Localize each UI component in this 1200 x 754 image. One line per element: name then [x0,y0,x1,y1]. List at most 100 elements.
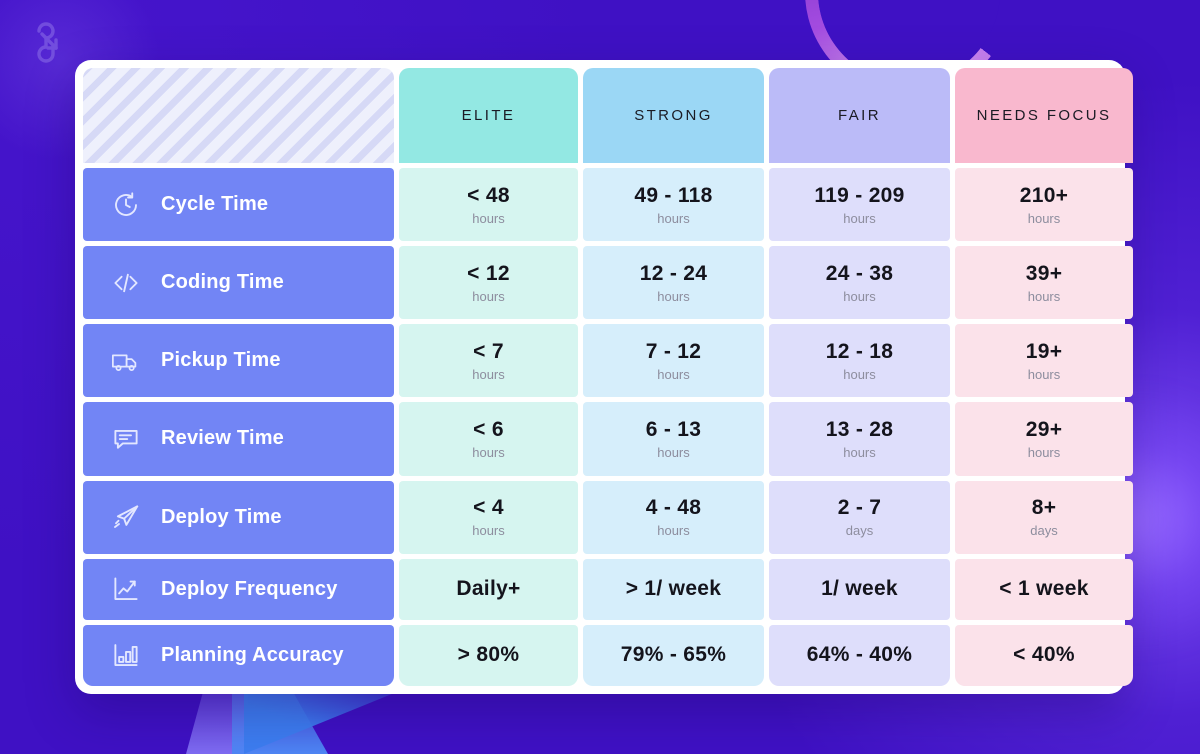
value-cell-elite: < 12 hours [399,246,578,320]
value-cell-elite: < 7 hours [399,324,578,398]
value-unit: hours [472,523,505,539]
metric-label-cell[interactable]: Deploy Time [83,480,394,554]
value-primary: < 4 [473,496,504,520]
value-cell-fair: 24 - 38 hours [769,246,950,320]
value-unit: hours [657,288,690,304]
value-primary: 79% - 65% [620,643,727,667]
value-cell-strong: 12 - 24 hours [583,246,764,320]
value-cell-needs-focus: 210+ hours [955,168,1133,242]
value-primary: 24 - 38 [825,261,894,285]
metric-label-text: Coding Time [161,271,284,294]
column-header-fair[interactable]: FAIR [769,68,950,163]
value-primary: 4 - 48 [645,496,702,520]
value-cell-strong: 79% - 65% [583,624,764,686]
column-header-needs-focus[interactable]: NEEDS FOCUS [955,68,1133,163]
value-primary: 12 - 24 [639,261,708,285]
table-row: Coding Time < 12 hours 12 - 24 hours 24 … [83,246,1133,320]
table-row: Deploy Frequency Daily+ > 1/ week 1/ wee… [83,558,1133,620]
metric-label-text: Pickup Time [161,349,281,372]
value-unit: hours [657,210,690,226]
line-chart-icon [111,574,141,604]
value-cell-needs-focus: 19+ hours [955,324,1133,398]
value-primary: 7 - 12 [645,339,702,363]
value-cell-elite: > 80% [399,624,578,686]
value-unit: hours [657,444,690,460]
value-unit: days [1030,523,1058,539]
value-cell-needs-focus: < 1 week [955,558,1133,620]
value-unit: hours [1027,288,1061,304]
value-cell-elite: < 4 hours [399,480,578,554]
table-row: Deploy Time < 4 hours 4 - 48 hours 2 - 7… [83,480,1133,554]
table-corner-cell [83,68,394,163]
table-header-row: ELITE STRONG FAIR NEEDS FOCUS [83,68,1133,163]
table-row: Pickup Time < 7 hours 7 - 12 hours 12 - … [83,324,1133,398]
value-cell-fair: 2 - 7 days [769,480,950,554]
value-unit: hours [1027,210,1061,226]
value-unit: hours [1027,366,1061,382]
value-cell-strong: 49 - 118 hours [583,168,764,242]
value-primary: < 48 [467,183,510,207]
value-cell-strong: > 1/ week [583,558,764,620]
value-unit: hours [843,366,876,382]
metric-label-text: Review Time [161,427,285,450]
value-cell-fair: 1/ week [769,558,950,620]
value-cell-needs-focus: 8+ days [955,480,1133,554]
metric-label-cell[interactable]: Cycle Time [83,168,394,242]
metric-label-cell[interactable]: Pickup Time [83,324,394,398]
metric-label-text: Planning Accuracy [161,643,344,666]
value-primary: 8+ [1031,496,1057,520]
table-row: Cycle Time < 48 hours 49 - 118 hours 119… [83,168,1133,242]
benchmark-table-card: ELITE STRONG FAIR NEEDS FOCUS Cycle Time… [75,60,1133,694]
value-primary: < 12 [467,261,510,285]
value-cell-fair: 13 - 28 hours [769,402,950,476]
bar-chart-icon [111,640,141,670]
value-cell-elite: < 6 hours [399,402,578,476]
metric-label-cell[interactable]: Review Time [83,402,394,476]
metric-label-text: Deploy Frequency [161,577,338,600]
cycle-clock-icon [111,190,141,220]
value-primary: < 6 [473,417,504,441]
linked-arrows-logo [24,18,72,66]
column-header-strong[interactable]: STRONG [583,68,764,163]
value-cell-fair: 12 - 18 hours [769,324,950,398]
metric-label-cell[interactable]: Coding Time [83,246,394,320]
value-unit: hours [843,444,876,460]
value-cell-strong: 7 - 12 hours [583,324,764,398]
metric-label-text: Cycle Time [161,193,269,216]
metric-label-cell[interactable]: Deploy Frequency [83,558,394,620]
column-header-elite[interactable]: ELITE [399,68,578,163]
metric-label-cell[interactable]: Planning Accuracy [83,624,394,686]
value-primary: 19+ [1025,339,1063,363]
value-unit: hours [657,366,690,382]
comment-bubble-icon [111,424,141,454]
value-cell-strong: 4 - 48 hours [583,480,764,554]
code-brackets-icon [111,268,141,298]
value-cell-strong: 6 - 13 hours [583,402,764,476]
value-primary: 13 - 28 [825,417,894,441]
value-primary: > 1/ week [625,577,722,601]
value-primary: < 40% [1013,643,1075,667]
value-cell-needs-focus: 39+ hours [955,246,1133,320]
value-primary: 29+ [1025,417,1063,441]
value-primary: < 1 week [999,577,1089,601]
value-primary: 119 - 209 [814,183,905,207]
value-primary: 64% - 40% [806,643,913,667]
delivery-truck-icon [111,346,141,376]
value-unit: hours [657,523,690,539]
value-cell-elite: < 48 hours [399,168,578,242]
value-unit: hours [1027,444,1061,460]
table-row: Planning Accuracy > 80% 79% - 65% 64% - … [83,624,1133,686]
value-unit: hours [472,210,505,226]
value-primary: 39+ [1025,261,1063,285]
value-primary: 6 - 13 [645,417,702,441]
value-unit: hours [843,288,876,304]
value-unit: hours [472,444,505,460]
table-row: Review Time < 6 hours 6 - 13 hours 13 - … [83,402,1133,476]
value-unit: hours [843,210,876,226]
value-cell-fair: 119 - 209 hours [769,168,950,242]
value-primary: 210+ [1019,183,1069,207]
metric-label-text: Deploy Time [161,505,282,528]
value-cell-needs-focus: 29+ hours [955,402,1133,476]
value-primary: 12 - 18 [825,339,894,363]
paper-plane-icon [111,502,141,532]
